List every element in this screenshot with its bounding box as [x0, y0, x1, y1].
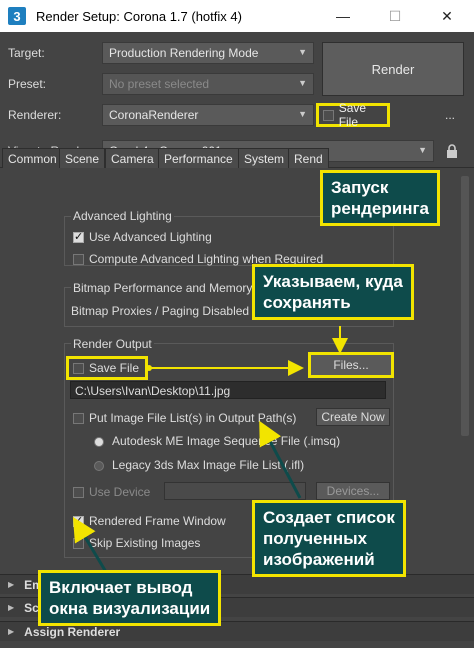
preset-label: Preset:	[8, 77, 47, 91]
render-output-title: Render Output	[71, 337, 154, 351]
target-dropdown[interactable]: Production Rendering Mode ▼	[102, 42, 314, 64]
more-options-button[interactable]: ...	[445, 108, 455, 122]
bitmap-proxies-status: Bitmap Proxies / Paging Disabled	[71, 304, 250, 318]
rendered-frame-window-checkbox[interactable]: Rendered Frame Window	[73, 514, 226, 528]
preset-value: No preset selected	[109, 77, 210, 91]
close-button[interactable]: ✕	[424, 0, 470, 32]
save-file-label: Save File	[89, 361, 140, 375]
renderer-dropdown[interactable]: CoronaRenderer ▼	[102, 104, 314, 126]
checkbox-checked-icon	[73, 514, 84, 528]
expand-triangle-icon: ▶	[8, 603, 15, 612]
chevron-down-icon: ▼	[298, 78, 307, 88]
target-value: Production Rendering Mode	[109, 46, 259, 60]
vertical-scrollbar[interactable]	[461, 176, 469, 436]
use-advanced-lighting-checkbox[interactable]: Use Advanced Lighting	[73, 230, 212, 244]
radio-icon	[94, 460, 104, 471]
bitmap-performance-title: Bitmap Performance and Memory O	[71, 281, 268, 295]
checkbox-icon	[73, 487, 84, 499]
output-path-field[interactable]: C:\Users\Ivan\Desktop\11.jpg	[70, 381, 386, 399]
advanced-lighting-title: Advanced Lighting	[71, 209, 174, 223]
radio-autodesk-label: Autodesk ME Image Sequence File (.imsq)	[112, 434, 341, 448]
chevron-down-icon: ▼	[298, 109, 307, 119]
title-bar: 3 Render Setup: Corona 1.7 (hotfix 4) — …	[0, 0, 474, 32]
checkbox-icon	[323, 109, 334, 121]
render-button[interactable]: Render	[322, 42, 464, 96]
checkbox-checked-icon	[73, 230, 84, 244]
chevron-down-icon: ▼	[298, 47, 307, 57]
save-file-label-top: Save File	[338, 101, 367, 129]
radio-autodesk-imsq[interactable]: Autodesk ME Image Sequence File (.imsq)	[94, 434, 340, 448]
minimize-button[interactable]: —	[320, 0, 366, 32]
annotation-launch-render: Запуск рендеринга	[320, 170, 440, 226]
renderer-value: CoronaRenderer	[109, 108, 199, 122]
tab-scene[interactable]: Scene	[59, 148, 106, 168]
tab-bar: Common Scene Camera Performance System R…	[0, 148, 474, 168]
skip-existing-images-checkbox[interactable]: Skip Existing Images	[73, 536, 200, 550]
tab-performance[interactable]: Performance	[158, 148, 239, 168]
devices-button[interactable]: Devices...	[316, 482, 390, 500]
use-device-label: Use Device	[89, 485, 151, 499]
checkbox-icon	[73, 538, 84, 550]
3dsmax-app-icon: 3	[8, 7, 26, 25]
device-field[interactable]	[164, 482, 306, 500]
radio-legacy-ifl[interactable]: Legacy 3ds Max Image File List (.ifl)	[94, 458, 304, 472]
renderer-label: Renderer:	[8, 108, 62, 122]
use-device-checkbox[interactable]: Use Device	[73, 485, 150, 499]
tab-system[interactable]: System	[238, 148, 291, 168]
preset-dropdown[interactable]: No preset selected ▼	[102, 73, 314, 95]
target-label: Target:	[8, 46, 45, 60]
expand-triangle-icon: ▶	[8, 580, 15, 589]
tab-camera[interactable]: Camera	[105, 148, 160, 168]
create-now-button[interactable]: Create Now	[316, 408, 390, 426]
annotation-where-to-save: Указываем, куда сохранять	[252, 264, 414, 320]
put-image-file-list-checkbox[interactable]: Put Image File List(s) in Output Path(s)	[73, 411, 296, 425]
radio-legacy-label: Legacy 3ds Max Image File List (.ifl)	[112, 458, 305, 472]
radio-selected-icon	[94, 436, 104, 447]
window-title: Render Setup: Corona 1.7 (hotfix 4)	[36, 8, 242, 24]
maximize-button[interactable]: ☐	[372, 0, 418, 32]
save-file-checkbox[interactable]: Save File	[66, 356, 148, 380]
checkbox-icon	[73, 362, 84, 374]
tab-renderer[interactable]: Rend	[288, 148, 329, 168]
use-advanced-lighting-label: Use Advanced Lighting	[89, 230, 212, 244]
rendered-frame-window-label: Rendered Frame Window	[89, 514, 226, 528]
save-file-checkbox-top[interactable]: Save File	[316, 101, 390, 129]
checkbox-icon	[73, 254, 84, 266]
put-image-file-list-label: Put Image File List(s) in Output Path(s)	[89, 411, 297, 425]
annotation-creates-list: Создает список полученных изображений	[252, 500, 406, 577]
annotation-enables-window: Включает вывод окна визуализации	[38, 570, 222, 626]
files-button[interactable]: Files...	[308, 352, 394, 378]
skip-existing-images-label: Skip Existing Images	[89, 536, 201, 550]
checkbox-icon	[73, 413, 84, 425]
expand-triangle-icon: ▶	[8, 627, 15, 636]
rollout-assign-renderer-label: Assign Renderer	[24, 624, 121, 639]
tab-common[interactable]: Common	[2, 148, 63, 168]
